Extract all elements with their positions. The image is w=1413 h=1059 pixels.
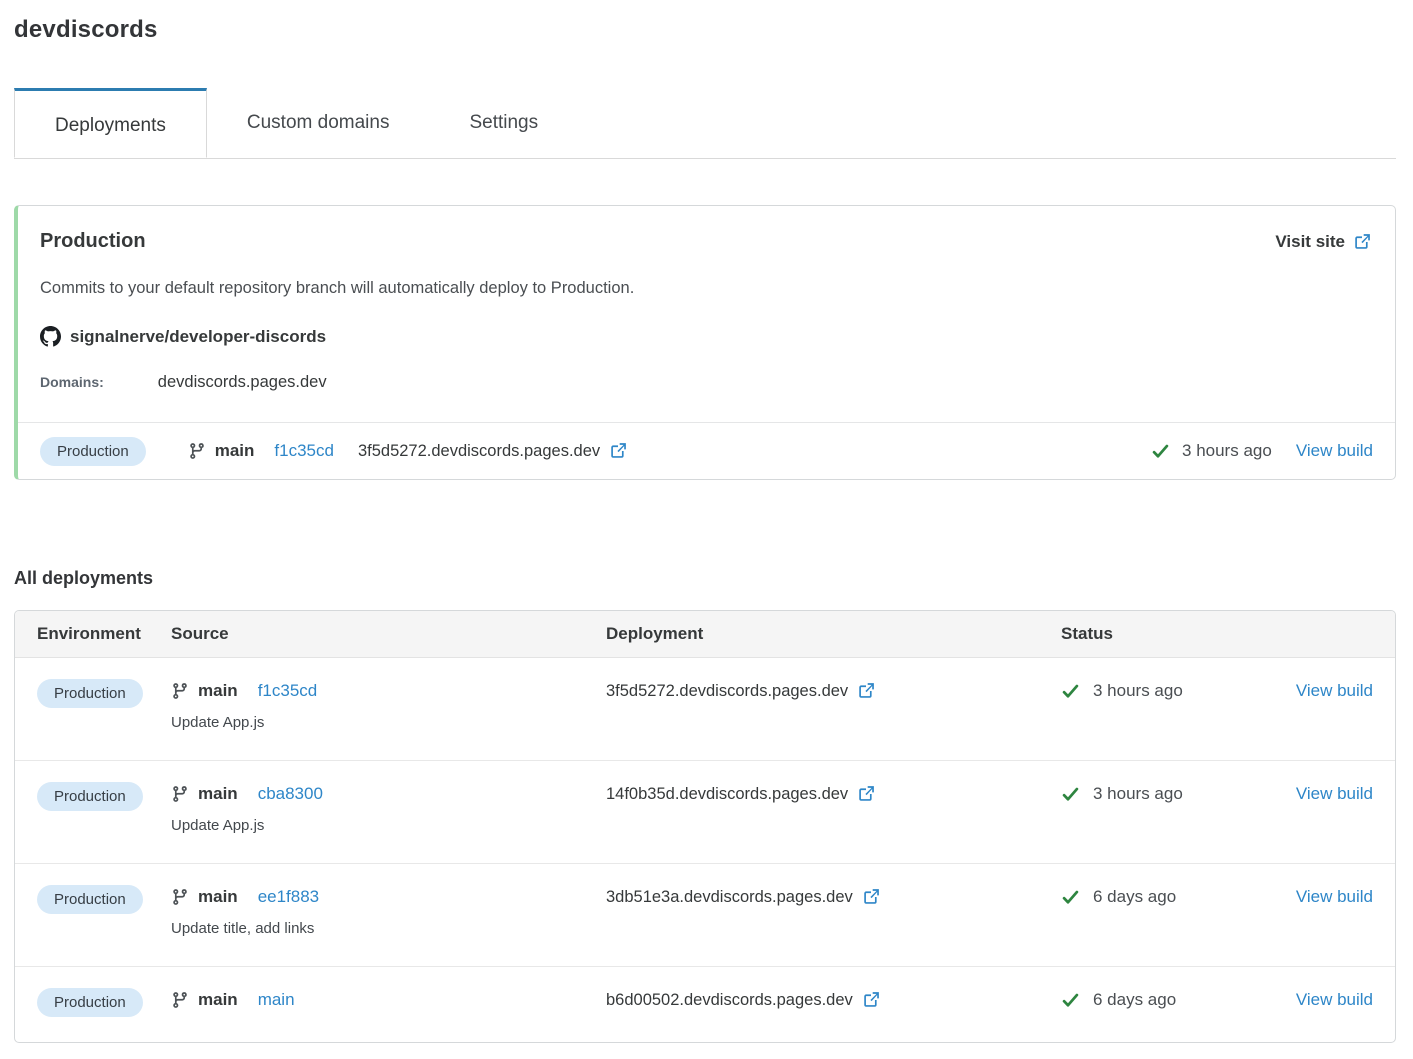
environment-badge: Production xyxy=(37,885,143,914)
status-time: 3 hours ago xyxy=(1093,681,1183,700)
deployment-row: Production main ee1f883 Update title, ad… xyxy=(15,863,1395,966)
view-cell: View build xyxy=(1276,988,1373,1013)
page-title: devdiscords xyxy=(14,16,158,43)
branch-name: main xyxy=(198,990,238,1009)
deployment-url: b6d00502.devdiscords.pages.dev xyxy=(606,991,853,1009)
production-deployment-row: Production main f1c35cd 3f5d5272.devdisc… xyxy=(18,422,1395,479)
tab-custom-domains[interactable]: Custom domains xyxy=(207,88,430,158)
source-cell: main cba8300 Update App.js xyxy=(171,782,606,838)
deployment-url: 3f5d5272.devdiscords.pages.dev xyxy=(357,441,601,460)
external-link-icon xyxy=(1353,233,1371,251)
column-header-source: Source xyxy=(171,624,229,643)
status-cell: 6 days ago xyxy=(1061,988,1276,1012)
commit-message: Update App.js xyxy=(171,714,265,731)
pages-project-page: devdiscords Deployments Custom domains S… xyxy=(0,0,1413,1059)
commit-message: Update App.js xyxy=(171,817,265,834)
environment-badge: Production xyxy=(40,436,146,466)
branch-name: main xyxy=(198,887,238,906)
deployment-url: 14f0b35d.devdiscords.pages.dev xyxy=(606,785,849,803)
repository-link[interactable]: signalnerve/developer-discords xyxy=(70,327,326,347)
github-icon xyxy=(40,326,61,347)
visit-site-label: Visit site xyxy=(1275,231,1345,251)
tab-bar: Deployments Custom domains Settings xyxy=(14,88,1396,159)
status-cell: 6 days ago xyxy=(1061,885,1276,909)
commit-link[interactable]: cba8300 xyxy=(258,782,323,806)
view-cell: View build xyxy=(1276,679,1373,704)
environment-badge: Production xyxy=(37,782,143,811)
commit-message: Update title, add links xyxy=(171,920,315,937)
environment-cell: Production xyxy=(37,885,171,914)
git-branch-icon xyxy=(171,682,189,700)
external-link-icon[interactable] xyxy=(862,991,880,1009)
git-branch-icon xyxy=(171,888,189,906)
deployment-cell: 14f0b35d.devdiscords.pages.dev xyxy=(606,782,1061,806)
success-check-icon xyxy=(1151,442,1170,461)
table-header-row: Environment Source Deployment Status xyxy=(15,611,1395,658)
success-check-icon xyxy=(1061,785,1080,804)
production-description: Commits to your default repository branc… xyxy=(40,279,635,297)
git-branch-icon xyxy=(171,785,189,803)
deployment-row: Production main main b6d00502.devdiscord… xyxy=(15,966,1395,1042)
view-build-link[interactable]: View build xyxy=(1296,681,1373,700)
success-check-icon xyxy=(1061,991,1080,1010)
external-link-icon[interactable] xyxy=(857,785,875,803)
success-check-icon xyxy=(1061,682,1080,701)
deployment-cell: b6d00502.devdiscords.pages.dev xyxy=(606,988,1061,1012)
source-cell: main ee1f883 Update title, add links xyxy=(171,885,606,941)
commit-link[interactable]: f1c35cd xyxy=(274,441,334,461)
tab-deployments[interactable]: Deployments xyxy=(14,88,207,158)
column-header-environment: Environment xyxy=(37,624,141,643)
production-card: Production Visit site Commits to your de… xyxy=(14,205,1396,480)
status-time: 6 days ago xyxy=(1093,887,1177,906)
deployment-url: 3f5d5272.devdiscords.pages.dev xyxy=(606,682,849,700)
view-build-link[interactable]: View build xyxy=(1296,441,1373,461)
deployment-row: Production main cba8300 Update App.js 14… xyxy=(15,760,1395,863)
commit-link[interactable]: ee1f883 xyxy=(258,885,319,909)
external-link-icon[interactable] xyxy=(609,442,627,460)
status-cell: 3 hours ago xyxy=(1061,782,1276,806)
branch-name: main xyxy=(198,681,238,700)
branch-name: main xyxy=(214,441,255,460)
environment-cell: Production xyxy=(37,988,171,1017)
view-build-link[interactable]: View build xyxy=(1296,784,1373,803)
domains-value: devdiscords.pages.dev xyxy=(157,373,327,391)
status-cell: 3 hours ago xyxy=(1061,679,1276,703)
status-time: 6 days ago xyxy=(1093,990,1177,1009)
deployments-table: Environment Source Deployment Status Pro… xyxy=(14,610,1396,1043)
environment-cell: Production xyxy=(37,782,171,811)
view-cell: View build xyxy=(1276,885,1373,910)
source-cell: main main xyxy=(171,988,606,1012)
domains-label: Domains: xyxy=(40,374,104,390)
column-header-deployment: Deployment xyxy=(606,624,704,643)
deployment-row: Production main f1c35cd Update App.js 3f… xyxy=(15,658,1395,760)
visit-site-link[interactable]: Visit site xyxy=(1275,232,1371,252)
git-branch-icon xyxy=(171,991,189,1009)
commit-link[interactable]: f1c35cd xyxy=(258,679,318,703)
status-time: 3 hours ago xyxy=(1182,441,1272,460)
table-body: Production main f1c35cd Update App.js 3f… xyxy=(15,658,1395,1042)
status-time: 3 hours ago xyxy=(1093,784,1183,803)
production-card-title: Production xyxy=(40,230,146,252)
deployment-url: 3db51e3a.devdiscords.pages.dev xyxy=(606,888,853,906)
view-cell: View build xyxy=(1276,782,1373,807)
column-header-status: Status xyxy=(1061,624,1113,643)
git-branch-icon xyxy=(188,442,206,460)
deployment-cell: 3db51e3a.devdiscords.pages.dev xyxy=(606,885,1061,909)
environment-badge: Production xyxy=(37,988,143,1017)
source-cell: main f1c35cd Update App.js xyxy=(171,679,606,735)
environment-cell: Production xyxy=(37,679,171,708)
all-deployments-title: All deployments xyxy=(14,568,154,588)
external-link-icon[interactable] xyxy=(862,888,880,906)
view-build-link[interactable]: View build xyxy=(1296,887,1373,906)
commit-link[interactable]: main xyxy=(258,988,295,1012)
tab-settings[interactable]: Settings xyxy=(429,88,578,158)
environment-badge: Production xyxy=(37,679,143,708)
deployment-cell: 3f5d5272.devdiscords.pages.dev xyxy=(606,679,1061,703)
view-build-link[interactable]: View build xyxy=(1296,990,1373,1009)
success-check-icon xyxy=(1061,888,1080,907)
branch-name: main xyxy=(198,784,238,803)
external-link-icon[interactable] xyxy=(857,682,875,700)
